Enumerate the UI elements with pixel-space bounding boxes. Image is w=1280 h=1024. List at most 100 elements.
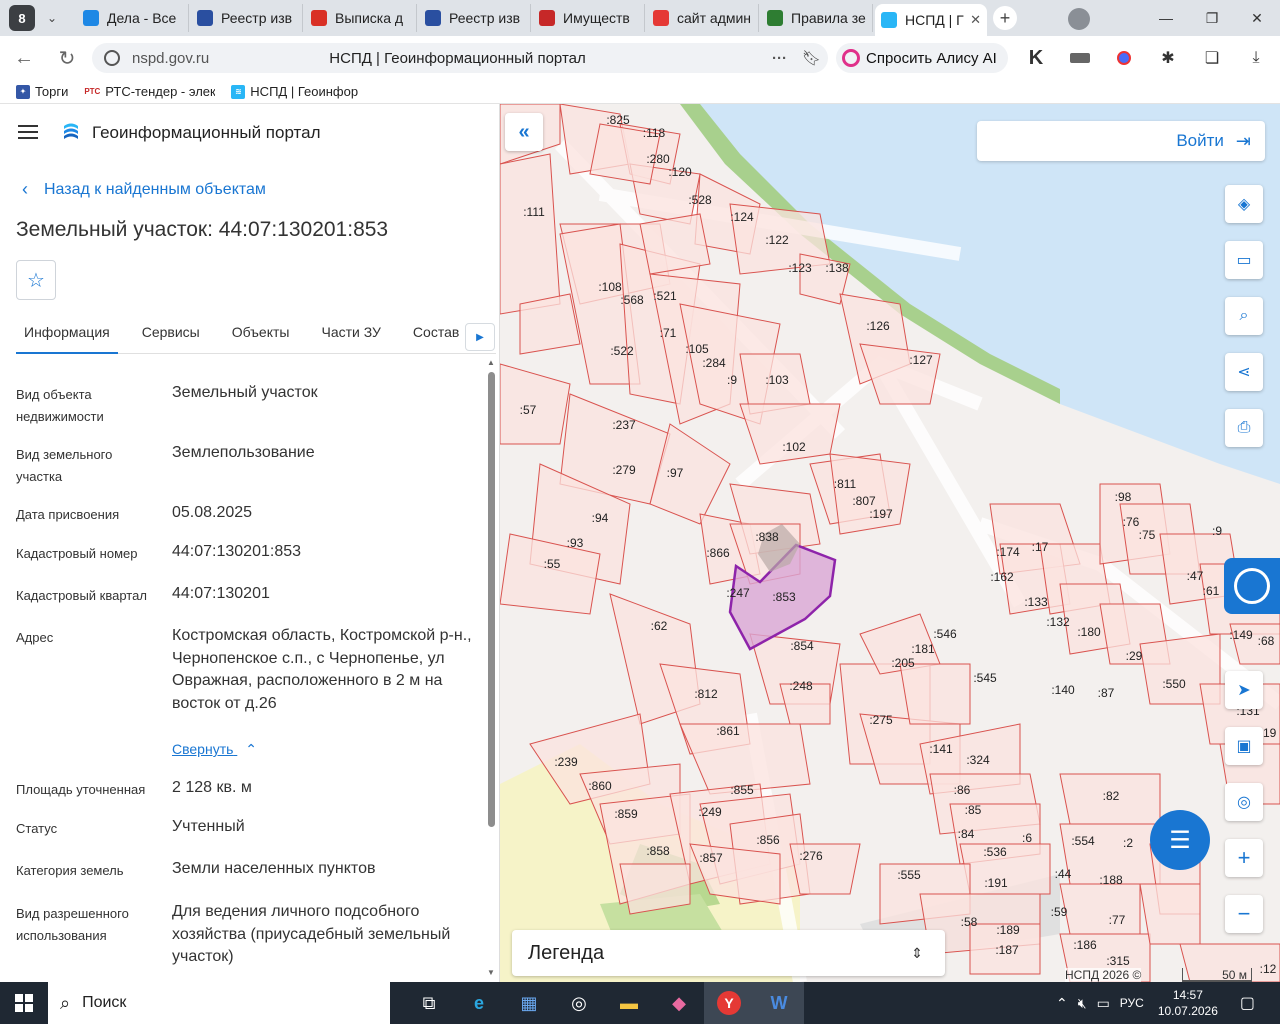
- reload-icon[interactable]: ↻: [52, 43, 82, 73]
- collapse-panel-button[interactable]: «: [505, 113, 543, 151]
- language-indicator[interactable]: РУС: [1120, 996, 1144, 1010]
- tab-info[interactable]: Информация: [16, 310, 118, 354]
- alisa-button[interactable]: Спросить Алису AI: [836, 43, 1008, 73]
- share-button[interactable]: ⋖: [1225, 353, 1263, 391]
- tab-count-button[interactable]: 8: [9, 5, 35, 31]
- bookmark-nspd[interactable]: ≋ НСПД | Геоинфор: [231, 84, 358, 99]
- yandex-browser-icon[interactable]: Y: [704, 982, 754, 1024]
- app-circle-icon[interactable]: ◎: [554, 982, 604, 1024]
- browser-tab-2[interactable]: Выписка д: [305, 4, 417, 32]
- extensions-puzzle-icon[interactable]: ✱: [1156, 46, 1180, 70]
- cadastral-map[interactable]: :825:118:280:120:528:124:122:123:138:111…: [500, 104, 1280, 982]
- tray-chevron-up-icon[interactable]: ⌃: [1056, 995, 1068, 1012]
- map-type-button[interactable]: ▣: [1225, 727, 1263, 765]
- layers-button[interactable]: ◈: [1225, 185, 1263, 223]
- chat-button[interactable]: ☰: [1150, 810, 1210, 870]
- parcel-label: :138: [825, 261, 849, 275]
- paint-icon[interactable]: ◆: [654, 982, 704, 1024]
- edge-icon[interactable]: e: [454, 982, 504, 1024]
- volume-muted-icon[interactable]: 🔇︎: [1078, 995, 1087, 1012]
- url-field[interactable]: nspd.gov.ru НСПД | Геоинформационный пор…: [92, 43, 828, 73]
- extension-color-icon[interactable]: [1112, 46, 1136, 70]
- parcel-label: :132: [1046, 615, 1070, 629]
- download-icon[interactable]: ⤓: [1244, 46, 1268, 70]
- start-button[interactable]: [0, 982, 48, 1024]
- network-icon[interactable]: ▭: [1097, 995, 1110, 1012]
- area-search-button[interactable]: ⌕: [1225, 297, 1263, 335]
- tab-composition[interactable]: Состав: [405, 310, 467, 354]
- tab-favicon-icon: [311, 10, 327, 26]
- panel-scrollbar-thumb[interactable]: [488, 372, 495, 827]
- site-info-icon[interactable]: [104, 50, 120, 66]
- browser-tab-1[interactable]: Реестр изв: [191, 4, 303, 32]
- zoom-in-button[interactable]: +: [1225, 839, 1263, 877]
- browser-tab-3[interactable]: Реестр изв: [419, 4, 531, 32]
- clock[interactable]: 14:57 10.07.2026: [1158, 987, 1218, 1019]
- back-arrow-icon[interactable]: ←: [9, 43, 39, 73]
- task-view-icon[interactable]: ⧉: [404, 982, 454, 1024]
- tabs-scroll-right-button[interactable]: ▶: [465, 323, 495, 351]
- parcel-label: :812: [694, 687, 718, 701]
- share-icon: ⋖: [1237, 364, 1251, 381]
- bookmark-torgi[interactable]: ✦ Торги: [16, 84, 68, 99]
- file-explorer-icon[interactable]: ▬: [604, 982, 654, 1024]
- restore-icon[interactable]: ❐: [1189, 0, 1235, 36]
- favorite-star-button[interactable]: ☆: [16, 260, 56, 300]
- locate-button[interactable]: ➤: [1225, 671, 1263, 709]
- browser-tab-0[interactable]: Дела - Все: [77, 4, 189, 32]
- close-window-icon[interactable]: ✕: [1234, 0, 1280, 36]
- scroll-down-icon[interactable]: ▼: [487, 968, 495, 977]
- navigation-arrow-icon: ➤: [1237, 682, 1251, 699]
- parcel-polygon[interactable]: [739, 403, 841, 465]
- parcel-label: :860: [588, 779, 612, 793]
- word-icon[interactable]: W: [754, 982, 804, 1024]
- chevron-down-icon[interactable]: ⌄: [39, 5, 65, 31]
- kinopoisk-icon[interactable]: K: [1024, 46, 1048, 70]
- zoom-out-button[interactable]: −: [1225, 895, 1263, 933]
- print-button[interactable]: ⎙: [1225, 409, 1263, 447]
- minimize-icon[interactable]: —: [1143, 0, 1189, 36]
- rts-icon: РТС: [84, 87, 101, 96]
- new-tab-button[interactable]: +: [993, 6, 1017, 30]
- parcel-polygon[interactable]: [500, 153, 561, 315]
- parcel-label: :124: [730, 210, 754, 224]
- parcel-label: :29: [1126, 649, 1143, 663]
- notifications-icon[interactable]: ▢: [1240, 993, 1255, 1013]
- scroll-up-icon[interactable]: ▲: [487, 358, 495, 367]
- parcel-polygon[interactable]: [1059, 883, 1141, 935]
- object-info-panel: Геоинформационный портал ‹ Назад к найде…: [0, 104, 500, 982]
- tab-services[interactable]: Сервисы: [134, 310, 208, 354]
- parcel-label: :276: [799, 849, 823, 863]
- calculator-icon[interactable]: ▦: [504, 982, 554, 1024]
- tab-objects[interactable]: Объекты: [224, 310, 298, 354]
- geolocation-button[interactable]: ◎: [1225, 783, 1263, 821]
- more-icon[interactable]: ···: [772, 50, 787, 67]
- browser-tab-4[interactable]: Имуществ: [533, 4, 645, 32]
- taskbar-search[interactable]: ⌕ Поиск: [48, 982, 390, 1024]
- bookmark-rts[interactable]: РТС РТС-тендер - элек: [84, 84, 215, 99]
- tab-close-icon[interactable]: ✕: [966, 12, 981, 28]
- menu-icon[interactable]: [18, 125, 38, 139]
- parcel-polygon[interactable]: [639, 213, 711, 275]
- parcel-label: :87: [1098, 686, 1115, 700]
- side-widget-button[interactable]: [1224, 558, 1280, 614]
- collections-icon[interactable]: ❏: [1200, 46, 1224, 70]
- browser-tab-7[interactable]: НСПД | Г ✕: [875, 4, 987, 36]
- parcel-polygon[interactable]: [1139, 883, 1201, 945]
- extension-dark-icon[interactable]: [1068, 46, 1092, 70]
- legend-toggle[interactable]: Легенда ⇕: [512, 930, 945, 976]
- browser-tab-6[interactable]: Правила зе: [761, 4, 873, 32]
- profile-icon[interactable]: [1068, 8, 1090, 30]
- parcel-polygon[interactable]: [519, 293, 581, 355]
- back-to-results-link[interactable]: ‹ Назад к найденным объектам: [22, 179, 266, 200]
- tab-parts[interactable]: Части ЗУ: [313, 310, 388, 354]
- parcel-polygon[interactable]: [899, 663, 971, 725]
- login-button[interactable]: Войти ⇥: [977, 121, 1265, 161]
- collapse-address-link[interactable]: Свернуть ⌃: [172, 741, 257, 758]
- parcel-label: :854: [790, 639, 814, 653]
- bookmark-icon[interactable]: 🔖︎: [802, 49, 821, 67]
- parcel-label: :85: [965, 803, 982, 817]
- ruler-button[interactable]: ▭: [1225, 241, 1263, 279]
- browser-tab-5[interactable]: сайт админ: [647, 4, 759, 32]
- tab-title: сайт админ: [677, 10, 752, 26]
